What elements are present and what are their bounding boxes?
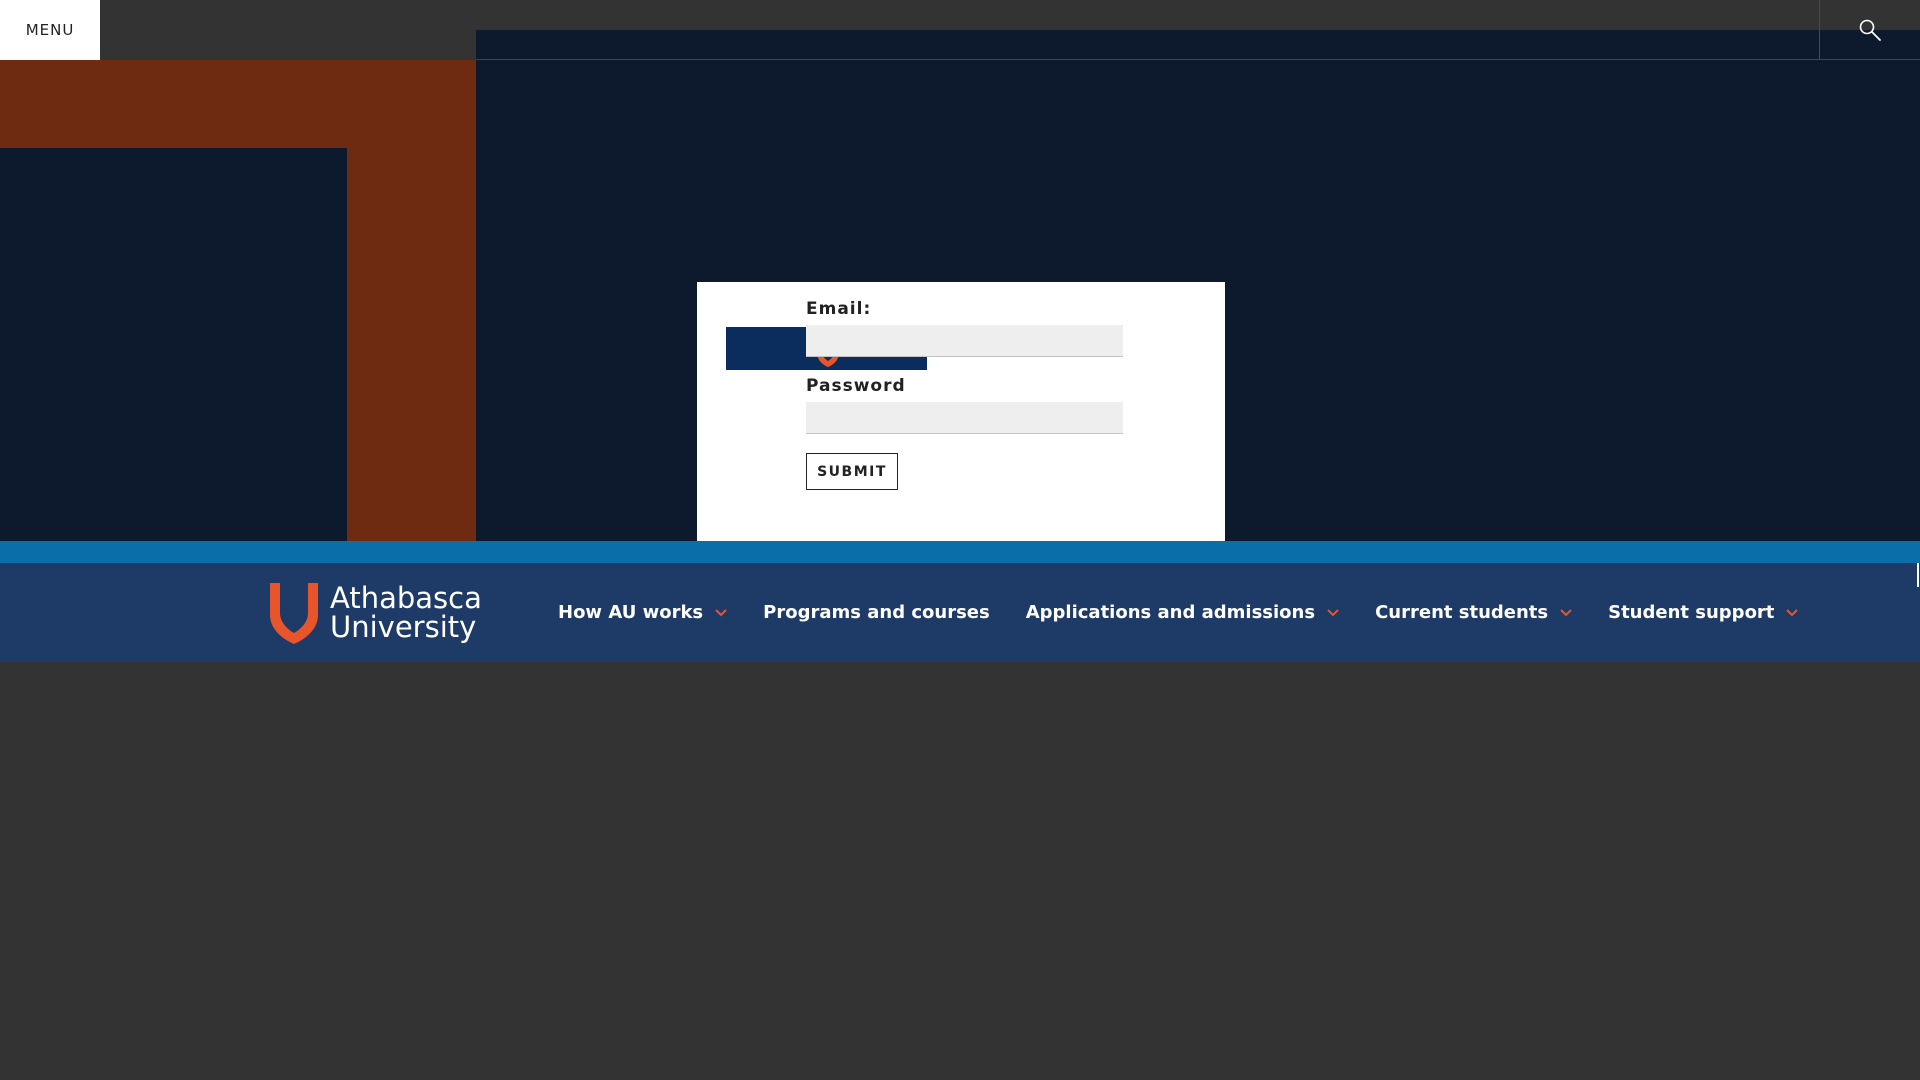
nav-item-applications-and-admissions[interactable]: Applications and admissions: [1026, 602, 1339, 623]
top-nav-background: [476, 30, 1920, 60]
nav-item-label: Applications and admissions: [1025, 602, 1316, 623]
chevron-down-icon: [1327, 608, 1339, 617]
logo-line-2: University: [330, 610, 477, 644]
email-field[interactable]: [806, 325, 1123, 357]
logo-line-1: Athabasca: [330, 581, 482, 615]
logo-wordmark: Athabasca University: [330, 584, 482, 642]
main-navigation: Athabasca University How AU works Progra…: [0, 563, 1920, 662]
login-form: Email: Password SUBMIT: [697, 282, 1225, 541]
nav-items: How AU works Programs and courses Applic…: [558, 563, 1834, 662]
search-icon: [1859, 19, 1881, 41]
chevron-down-icon: [715, 608, 727, 617]
nav-item-programs-and-courses[interactable]: Programs and courses: [763, 602, 990, 623]
hero-section: Email: Password SUBMIT: [0, 60, 1920, 541]
nav-item-current-students[interactable]: Current students: [1375, 602, 1572, 623]
menu-button[interactable]: MENU: [0, 0, 100, 60]
nav-item-how-au-works[interactable]: How AU works: [558, 602, 727, 623]
accent-strip: [0, 541, 1920, 563]
password-label: Password: [806, 376, 906, 396]
hero-decor-column: [347, 148, 476, 541]
email-label: Email:: [806, 299, 872, 319]
chevron-down-icon: [1560, 608, 1572, 617]
shield-logo-icon: [270, 583, 318, 644]
nav-item-label: How AU works: [558, 602, 704, 623]
nav-item-student-support[interactable]: Student support: [1608, 602, 1799, 623]
text-cursor: [1917, 563, 1919, 587]
nav-item-label: Programs and courses: [763, 602, 990, 623]
hero-decor-top: [0, 60, 476, 148]
athabasca-university-logo[interactable]: Athabasca University: [268, 581, 482, 645]
submit-button[interactable]: SUBMIT: [806, 453, 898, 490]
nav-item-label: Student support: [1608, 602, 1775, 623]
chevron-down-icon: [1786, 608, 1799, 617]
top-bar: [0, 0, 1920, 30]
search-button[interactable]: [1819, 0, 1920, 60]
nav-item-label: Current students: [1375, 602, 1549, 623]
password-field[interactable]: [806, 402, 1123, 434]
